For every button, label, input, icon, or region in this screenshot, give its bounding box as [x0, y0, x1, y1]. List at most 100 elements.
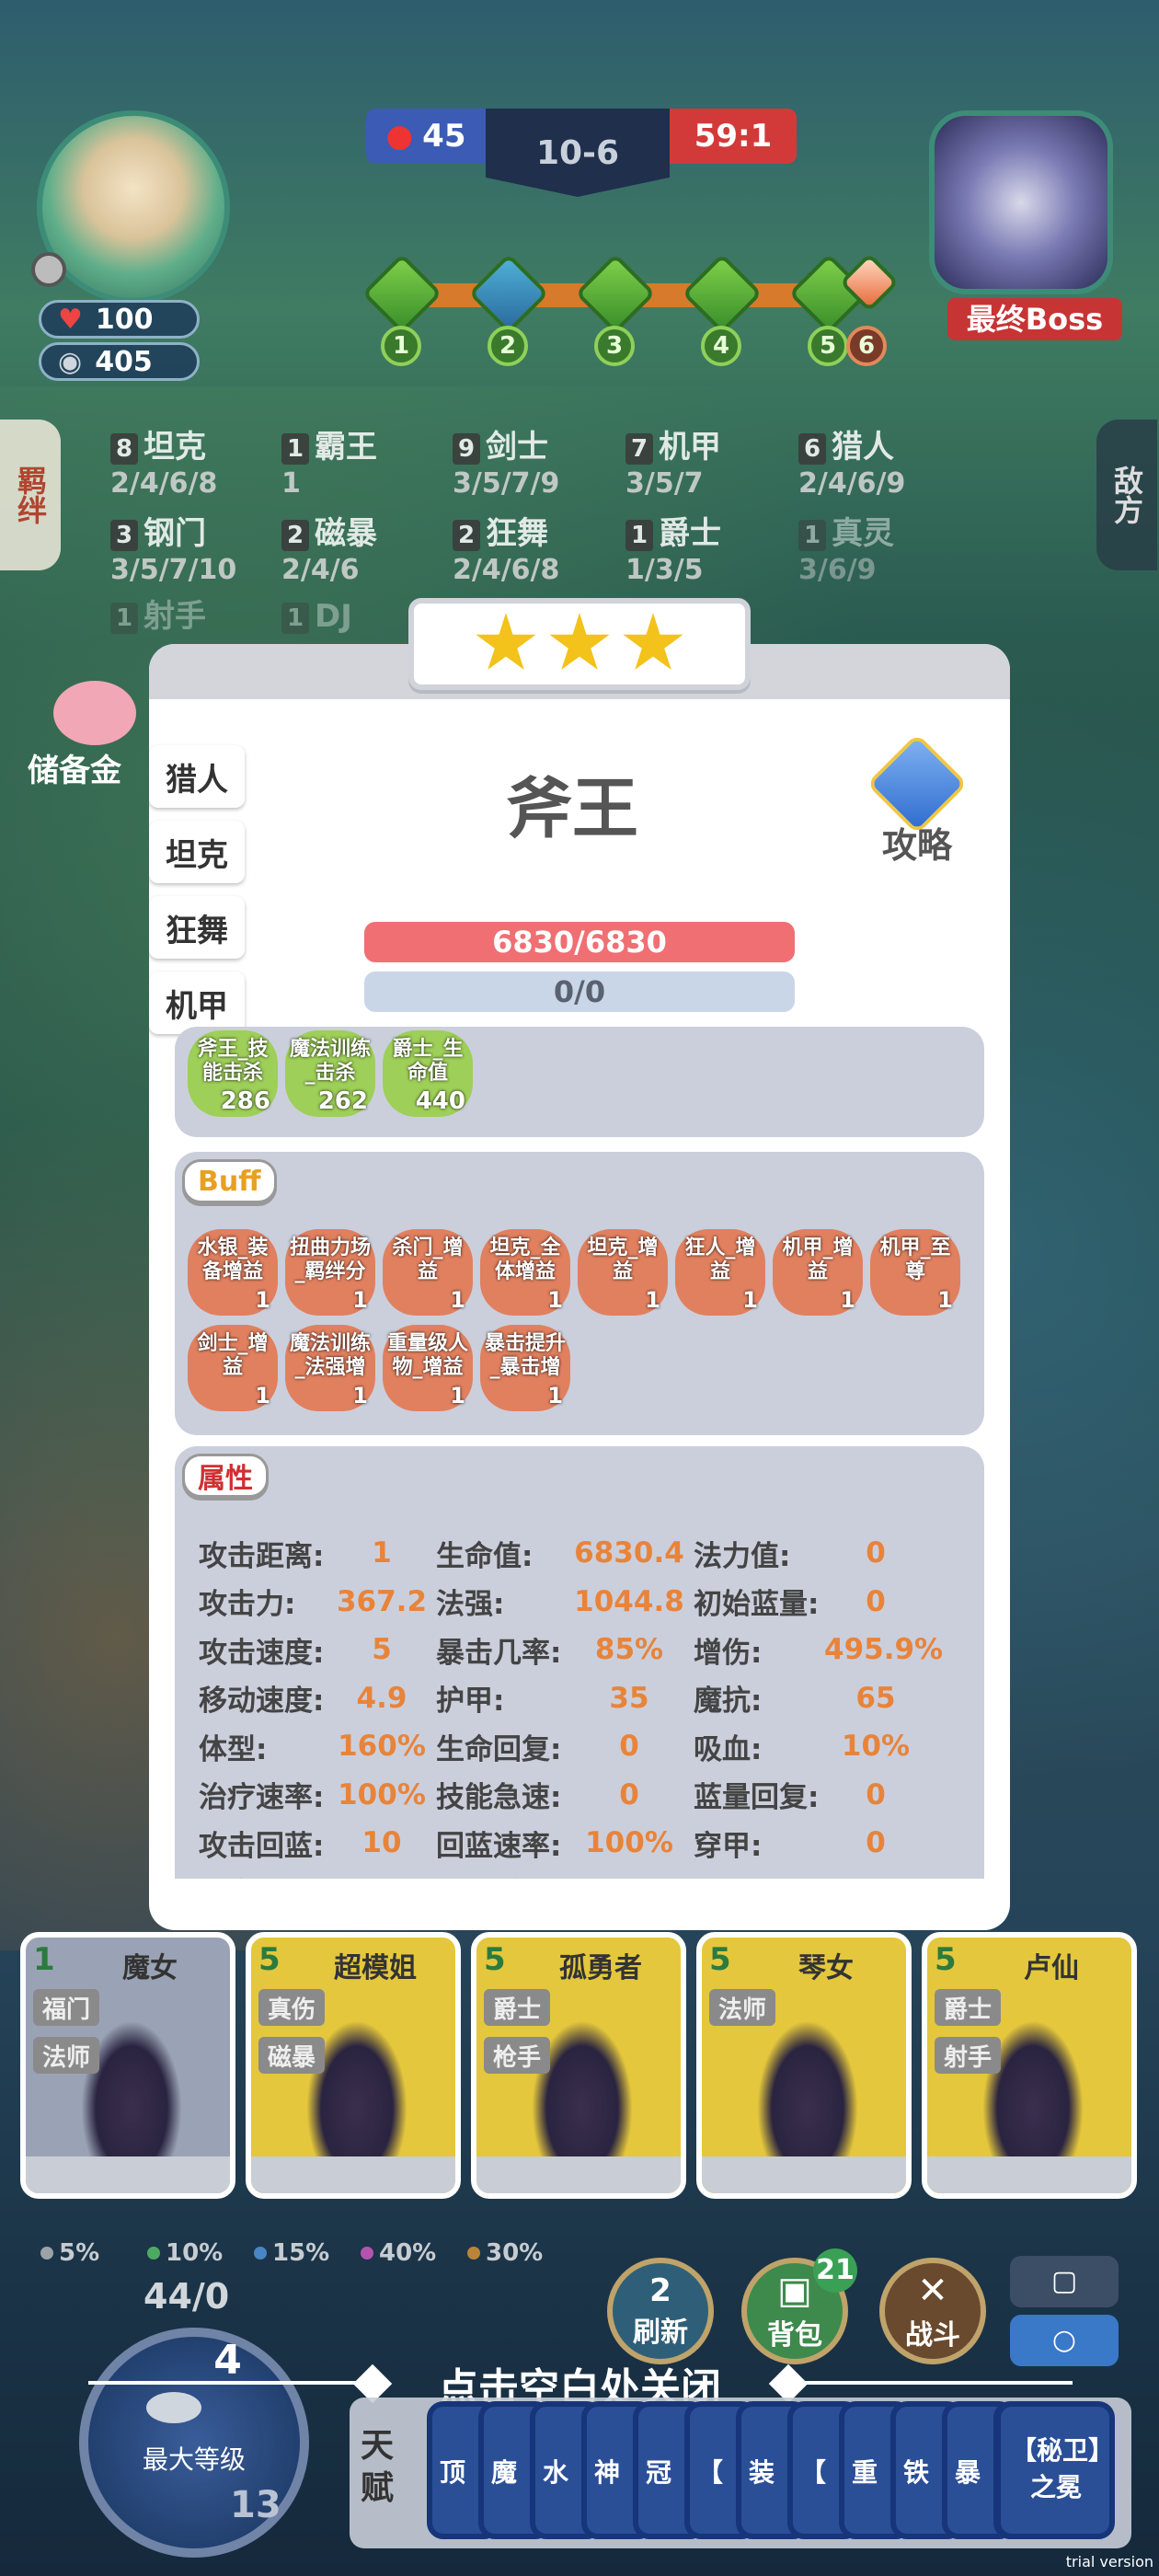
guide-button[interactable]: 攻略 — [857, 732, 977, 868]
attribute-key: 回蓝速率: — [436, 1829, 562, 1863]
gear-icon[interactable] — [31, 252, 66, 287]
hp-pill: ♥ 100 — [39, 300, 200, 339]
talent-card-text: 顶 — [440, 2457, 466, 2488]
shop-card[interactable]: 5 孤勇者 爵士 枪手 — [471, 1932, 686, 2199]
synergy-item[interactable]: 1 霸王 1 — [281, 429, 377, 502]
synergy-item[interactable]: 8 坦克 2/4/6/8 — [110, 429, 217, 502]
attribute-key: 增伤: — [694, 1636, 763, 1670]
attribute-value: 1 — [372, 1536, 392, 1570]
trait-tab[interactable]: 机甲 — [149, 972, 245, 1034]
buff-chip: 坦克_增益 1 — [578, 1229, 668, 1316]
attribute-key: 治疗速率: — [199, 1781, 325, 1815]
odds-dot — [40, 2247, 53, 2260]
synergy-tab[interactable]: 羁绊 — [0, 420, 61, 570]
card-name: 琴女 — [798, 1952, 854, 1984]
card-cost: 5 — [484, 1941, 506, 1978]
attribute-key: 初始蓝量: — [694, 1588, 820, 1622]
talent-card-featured[interactable]: 【秘卫】之冕 — [995, 2401, 1115, 2539]
synergy-item[interactable]: 1 真灵 3/6/9 — [798, 515, 894, 589]
attribute-value: 0 — [619, 1730, 639, 1764]
attribute-row: 体型: 160% 生命回复: 0 吸血: 10% — [199, 1722, 984, 1771]
fire-score: ● 45 — [366, 109, 486, 164]
synergy-item[interactable]: 1 爵士 1/3/5 — [625, 515, 721, 589]
refresh-cost: 2 — [649, 2272, 671, 2309]
talent-card-text: 铁 — [903, 2457, 930, 2488]
fire-icon: ● — [385, 118, 414, 155]
buff-chip: 坦克_全体增益 1 — [480, 1229, 570, 1316]
odds-tier: 40% — [361, 2239, 436, 2267]
attribute-value: 0 — [327, 1875, 436, 1879]
attribute-key: 暴伤减免: — [694, 1870, 824, 1879]
attribute-value: 160% — [338, 1730, 426, 1764]
talent-card-text: 重 — [852, 2457, 878, 2488]
buff-chip: 剑士_增益 1 — [188, 1325, 278, 1411]
trait-tag: 磁暴 — [258, 2037, 325, 2074]
attribute-key: 吸血: — [694, 1732, 763, 1766]
player-avatar[interactable] — [37, 110, 230, 304]
synergy-item[interactable]: 3 钢门 3/5/7/10 — [110, 515, 236, 589]
trait-tab[interactable]: 坦克 — [149, 821, 245, 883]
trait-tag: 福门 — [33, 1989, 99, 2026]
odds-tier: 15% — [254, 2239, 329, 2267]
shop-card[interactable]: 1 魔女 福门 法师 — [20, 1932, 235, 2199]
synergy-item[interactable]: 2 狂舞 2/4/6/8 — [453, 515, 559, 589]
attribute-key: 法穿: — [199, 1870, 327, 1879]
enemy-tab[interactable]: 敌方 — [1096, 420, 1157, 570]
synergy-item[interactable]: 1 射手 — [110, 598, 206, 635]
stage-node — [575, 253, 656, 334]
card-name: 魔女 — [122, 1952, 178, 1984]
synergy-item[interactable]: 9 剑士 3/5/7/9 — [453, 429, 559, 502]
card-base — [927, 2156, 1131, 2193]
trait-tab[interactable]: 猎人 — [149, 745, 245, 808]
odds-dot — [254, 2247, 267, 2260]
attribute-row: 攻击速度: 5 暴击几率: 85% 增伤: 495.9% — [199, 1626, 984, 1674]
piggy-bank-icon — [53, 681, 136, 745]
trait-tab[interactable]: 狂舞 — [149, 896, 245, 959]
shop-card[interactable]: 5 超模姐 真伤 磁暴 — [246, 1932, 461, 2199]
trait-tag: 爵士 — [484, 1989, 550, 2026]
boss-avatar[interactable] — [929, 110, 1113, 294]
kill-chip: 魔法训练_击杀 262 — [285, 1030, 375, 1117]
kill-chip: 斧王_技能击杀 286 — [188, 1030, 278, 1117]
unit-sprite — [757, 2020, 858, 2168]
kill-chip: 爵士_生命值 440 — [383, 1030, 473, 1117]
trait-tag: 法师 — [33, 2037, 99, 2074]
shop-card[interactable]: 5 卢仙 爵士 射手 — [922, 1932, 1137, 2199]
synergy-item[interactable]: 7 机甲 3/5/7 — [625, 429, 721, 502]
backpack-icon: ▣ — [777, 2270, 812, 2312]
card-name: 超模姐 — [334, 1952, 417, 1984]
mana-bar: 0/0 — [364, 972, 795, 1012]
talent-card-text: 装 — [749, 2457, 775, 2488]
buff-chip: 魔法训练_法强增 1 — [285, 1325, 375, 1411]
synergy-item[interactable]: 1 DJ — [281, 598, 352, 635]
stage-number: 3 — [594, 326, 635, 366]
fight-label: 战斗 — [905, 2319, 960, 2352]
attribute-key: 护甲: — [436, 1685, 505, 1719]
attribute-value: 495.9% — [824, 1633, 944, 1667]
watermark: trial version — [1065, 2553, 1153, 2570]
buff-label: Buff — [182, 1159, 277, 1203]
card-cost: 5 — [258, 1941, 281, 1978]
card-cost: 5 — [935, 1941, 957, 1978]
stage-number: 1 — [381, 326, 421, 366]
star-icon — [623, 613, 683, 670]
attribute-value: 65 — [855, 1681, 896, 1715]
talent-card-text: 冠 — [646, 2457, 672, 2488]
fight-button[interactable]: ✕ 战斗 — [879, 2258, 986, 2364]
card-base — [702, 2156, 906, 2193]
trait-tabs: 猎人 坦克 狂舞 机甲 — [149, 708, 252, 1047]
attribute-key: 魔抗: — [694, 1685, 763, 1719]
refresh-button[interactable]: 2 刷新 — [607, 2258, 714, 2364]
synergy-item[interactable]: 6 猎人 2/4/6/9 — [798, 429, 905, 502]
trait-tag: 法师 — [709, 1989, 775, 2026]
lock-button[interactable]: ▢ — [1010, 2256, 1119, 2307]
star-icon — [549, 613, 610, 670]
shop-card[interactable]: 5 琴女 法师 — [696, 1932, 912, 2199]
attribute-grid: 攻击距离: 1 生命值: 6830.4 法力值: 0 攻击力: 367.2 法强: 1044.8 初… — [199, 1529, 984, 1879]
stage-number: 6 — [846, 326, 887, 366]
synergy-item[interactable]: 2 磁暴 2/4/6 — [281, 515, 377, 589]
timer: 59:1 — [670, 109, 797, 164]
attribute-value: 100% — [338, 1777, 426, 1811]
talent-card-text: 【秘卫】之冕 — [1010, 2435, 1101, 2502]
attribute-row: 攻击回蓝: 10 回蓝速率: 100% 穿甲: 0 — [199, 1819, 984, 1868]
